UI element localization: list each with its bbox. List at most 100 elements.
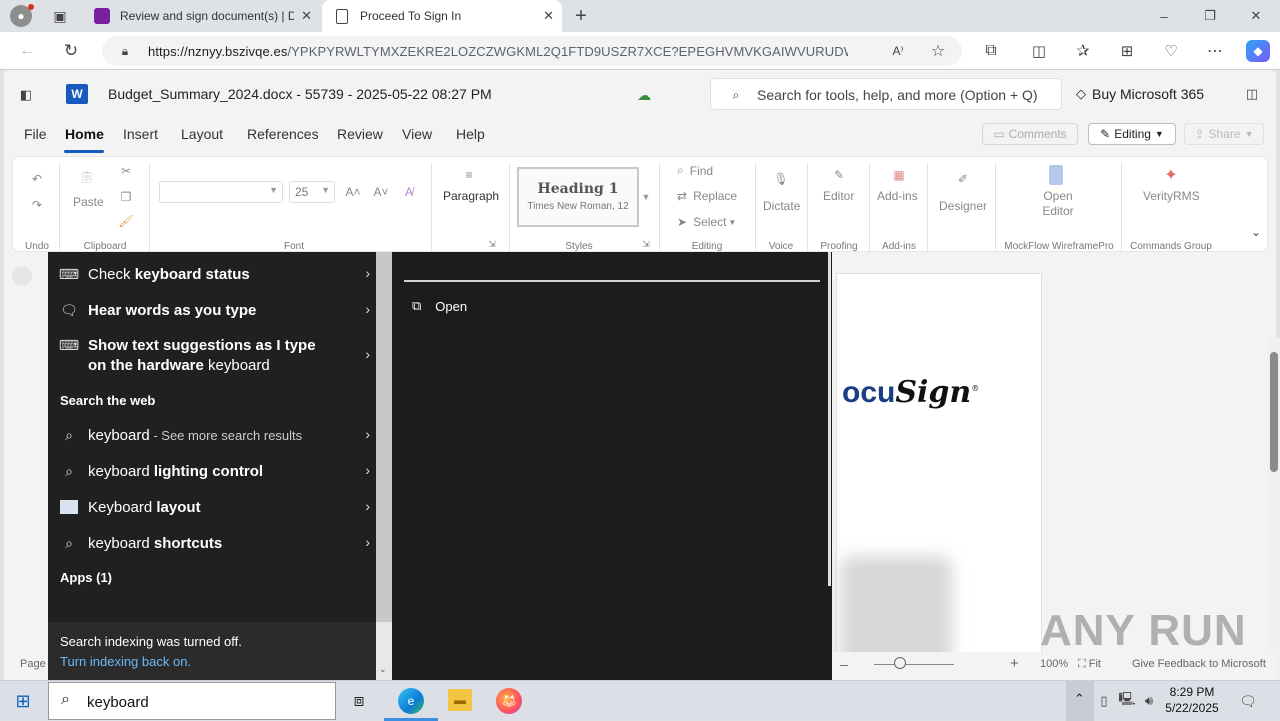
open-action[interactable]: ⧉ Open — [412, 298, 467, 314]
paragraph-icon[interactable]: ≡ — [459, 167, 479, 183]
web-result-keyboard[interactable]: ⌕ keyboard - See more search results › — [48, 417, 376, 453]
tray-overflow-button[interactable]: ⌃ — [1066, 681, 1094, 721]
addins-label[interactable]: Add-ins — [877, 189, 918, 203]
copilot-icon[interactable]: ◆ — [1246, 40, 1270, 62]
windows-start-icon[interactable]: ⊞ — [12, 690, 34, 712]
performance-icon[interactable]: ♡ — [1160, 41, 1182, 61]
taskbar-search-value[interactable]: keyboard — [87, 694, 149, 711]
zoom-thumb[interactable] — [894, 657, 906, 669]
select-button[interactable]: ➤ Select ▼ — [677, 215, 736, 229]
split-screen-icon[interactable]: ◫ — [1028, 41, 1050, 61]
layout-toggle-icon[interactable]: ◫ — [1240, 86, 1264, 102]
collections-icon[interactable]: ⊞ — [1116, 41, 1138, 61]
back-icon[interactable]: ← — [16, 41, 38, 61]
chevron-right-icon[interactable]: › — [365, 534, 370, 550]
scroll-down-icon[interactable]: ⌄ — [379, 664, 387, 675]
paste-label[interactable]: Paste — [73, 195, 104, 209]
menu-layout[interactable]: Layout — [181, 126, 223, 142]
web-result-lighting[interactable]: ⌕ keyboard lighting control › — [48, 453, 376, 489]
copy-icon[interactable]: ❐ — [117, 189, 135, 205]
new-tab-icon[interactable]: + — [570, 5, 592, 27]
refresh-icon[interactable]: ↻ — [60, 41, 82, 61]
menu-insert[interactable]: Insert — [123, 126, 158, 142]
result-hear-words[interactable]: 🗨︎ Hear words as you type › — [48, 292, 376, 328]
lock-icon[interactable]: 🔒︎ — [118, 43, 132, 59]
ribbon-expand-icon[interactable]: ⌄ — [1249, 225, 1263, 239]
extensions-icon[interactable]: ⧉ — [980, 41, 1002, 61]
chevron-right-icon[interactable]: › — [365, 498, 370, 514]
web-result-shortcuts[interactable]: ⌕ keyboard shortcuts › — [48, 525, 376, 561]
turn-indexing-on-link[interactable]: Turn indexing back on. — [60, 654, 191, 669]
system-clock[interactable]: 8:29 PM 5/22/2025 — [1156, 684, 1228, 716]
menu-file[interactable]: File — [24, 126, 47, 142]
verity-icon[interactable]: ✦ — [1161, 165, 1181, 185]
fit-button[interactable]: ⛶ Fit — [1078, 658, 1101, 671]
results-scrollbar[interactable]: ⌄ — [376, 252, 392, 680]
addins-icon[interactable]: ▦ — [889, 165, 909, 185]
page-indicator[interactable]: Page — [20, 658, 46, 670]
result-check-keyboard-status[interactable]: ⌨ Check keyboard status › — [48, 256, 376, 292]
tray-device-icon[interactable]: ▯ — [1096, 691, 1112, 711]
verity-label[interactable]: VerityRMS — [1143, 189, 1200, 203]
find-button[interactable]: ⌕ Find — [677, 163, 713, 178]
tab-actions-icon[interactable]: ▣ — [50, 6, 70, 26]
tools-search-box[interactable]: ⌕ Search for tools, help, and more (Opti… — [710, 78, 1062, 110]
mockflow-icon[interactable] — [1049, 165, 1063, 185]
comments-button[interactable]: ▭ Comments — [982, 123, 1078, 145]
clear-format-icon[interactable]: A̸ — [399, 183, 419, 201]
microphone-icon[interactable]: 🎙︎ — [771, 169, 791, 189]
shrink-font-icon[interactable]: A˅ — [371, 183, 391, 201]
open-editor-label[interactable]: Open Editor — [1035, 189, 1081, 219]
more-menu-icon[interactable]: ⋯ — [1204, 41, 1226, 61]
menu-review[interactable]: Review — [337, 126, 383, 142]
sidebar-toggle-icon[interactable]: ◧ — [18, 87, 34, 102]
redo-icon[interactable]: ↷ — [27, 197, 47, 213]
file-explorer-icon[interactable]: ▬ — [448, 689, 472, 711]
nav-pane-toggle[interactable] — [12, 266, 32, 286]
url-text[interactable]: https://nznyy.bszivqe.es/YPKPYRWLTYMXZEK… — [148, 44, 848, 59]
task-view-icon[interactable]: ⧈ — [348, 690, 370, 712]
favorite-star-icon[interactable]: ☆ — [928, 41, 948, 61]
format-painter-icon[interactable]: 🖌︎ — [117, 213, 135, 229]
chevron-right-icon[interactable]: › — [365, 346, 370, 362]
styles-more-icon[interactable]: ▼ — [641, 167, 651, 227]
zoom-slider[interactable] — [874, 664, 954, 665]
network-icon[interactable]: 🖳︎ — [1118, 691, 1136, 711]
scroll-thumb[interactable] — [1270, 352, 1278, 472]
taskbar-search-box[interactable]: ⌕ keyboard — [48, 682, 336, 720]
close-window-icon[interactable]: ✕ — [1246, 6, 1266, 26]
editor-label[interactable]: Editor — [823, 189, 854, 203]
font-name-select[interactable]: ▼ — [159, 181, 283, 203]
editing-mode-button[interactable]: ✎ Editing ▼ — [1088, 123, 1176, 145]
tab-review-sign[interactable]: Review and sign document(s) | D ✕ — [84, 0, 320, 32]
font-size-select[interactable]: 25 ▼ — [289, 181, 335, 203]
favorites-icon[interactable]: ✰ — [1072, 41, 1094, 61]
menu-help[interactable]: Help — [456, 126, 485, 142]
chevron-right-icon[interactable]: › — [365, 462, 370, 478]
share-button[interactable]: ⇪ Share ▼ — [1184, 123, 1264, 145]
close-tab-icon[interactable]: ✕ — [301, 8, 312, 24]
style-heading-1[interactable]: Heading 1 Times New Roman, 12 — [517, 167, 639, 227]
zoom-out-icon[interactable]: – — [840, 656, 848, 672]
dialog-launcher-icon[interactable]: ⇲ — [641, 239, 651, 249]
chevron-right-icon[interactable]: › — [365, 301, 370, 317]
replace-button[interactable]: ⇄ Replace — [677, 189, 737, 203]
zoom-in-icon[interactable]: + — [1010, 655, 1019, 672]
editor-icon[interactable]: ✎ — [829, 165, 849, 185]
tab-proceed-sign-in[interactable]: Proceed To Sign In ✕ — [322, 0, 562, 32]
designer-icon[interactable]: ✐ — [953, 169, 973, 189]
menu-view[interactable]: View — [402, 126, 432, 142]
buy-m365-button[interactable]: ◇ Buy Microsoft 365 — [1076, 86, 1204, 102]
restore-icon[interactable]: ❐ — [1200, 6, 1220, 26]
undo-icon[interactable]: ↶ — [27, 171, 47, 187]
paragraph-button[interactable]: Paragraph — [443, 189, 499, 203]
cut-icon[interactable]: ✂ — [117, 163, 135, 179]
close-tab-icon[interactable]: ✕ — [543, 8, 554, 24]
notifications-icon[interactable]: 🗨︎ — [1238, 691, 1258, 711]
menu-home[interactable]: Home — [65, 126, 104, 142]
edge-icon[interactable]: e — [398, 688, 424, 714]
paste-icon[interactable]: 📋︎ — [77, 167, 97, 187]
dialog-launcher-icon[interactable]: ⇲ — [487, 239, 497, 249]
zoom-level[interactable]: 100% — [1040, 658, 1068, 670]
document-title[interactable]: Budget_Summary_2024.docx - 55739 - 2025-… — [108, 86, 492, 102]
